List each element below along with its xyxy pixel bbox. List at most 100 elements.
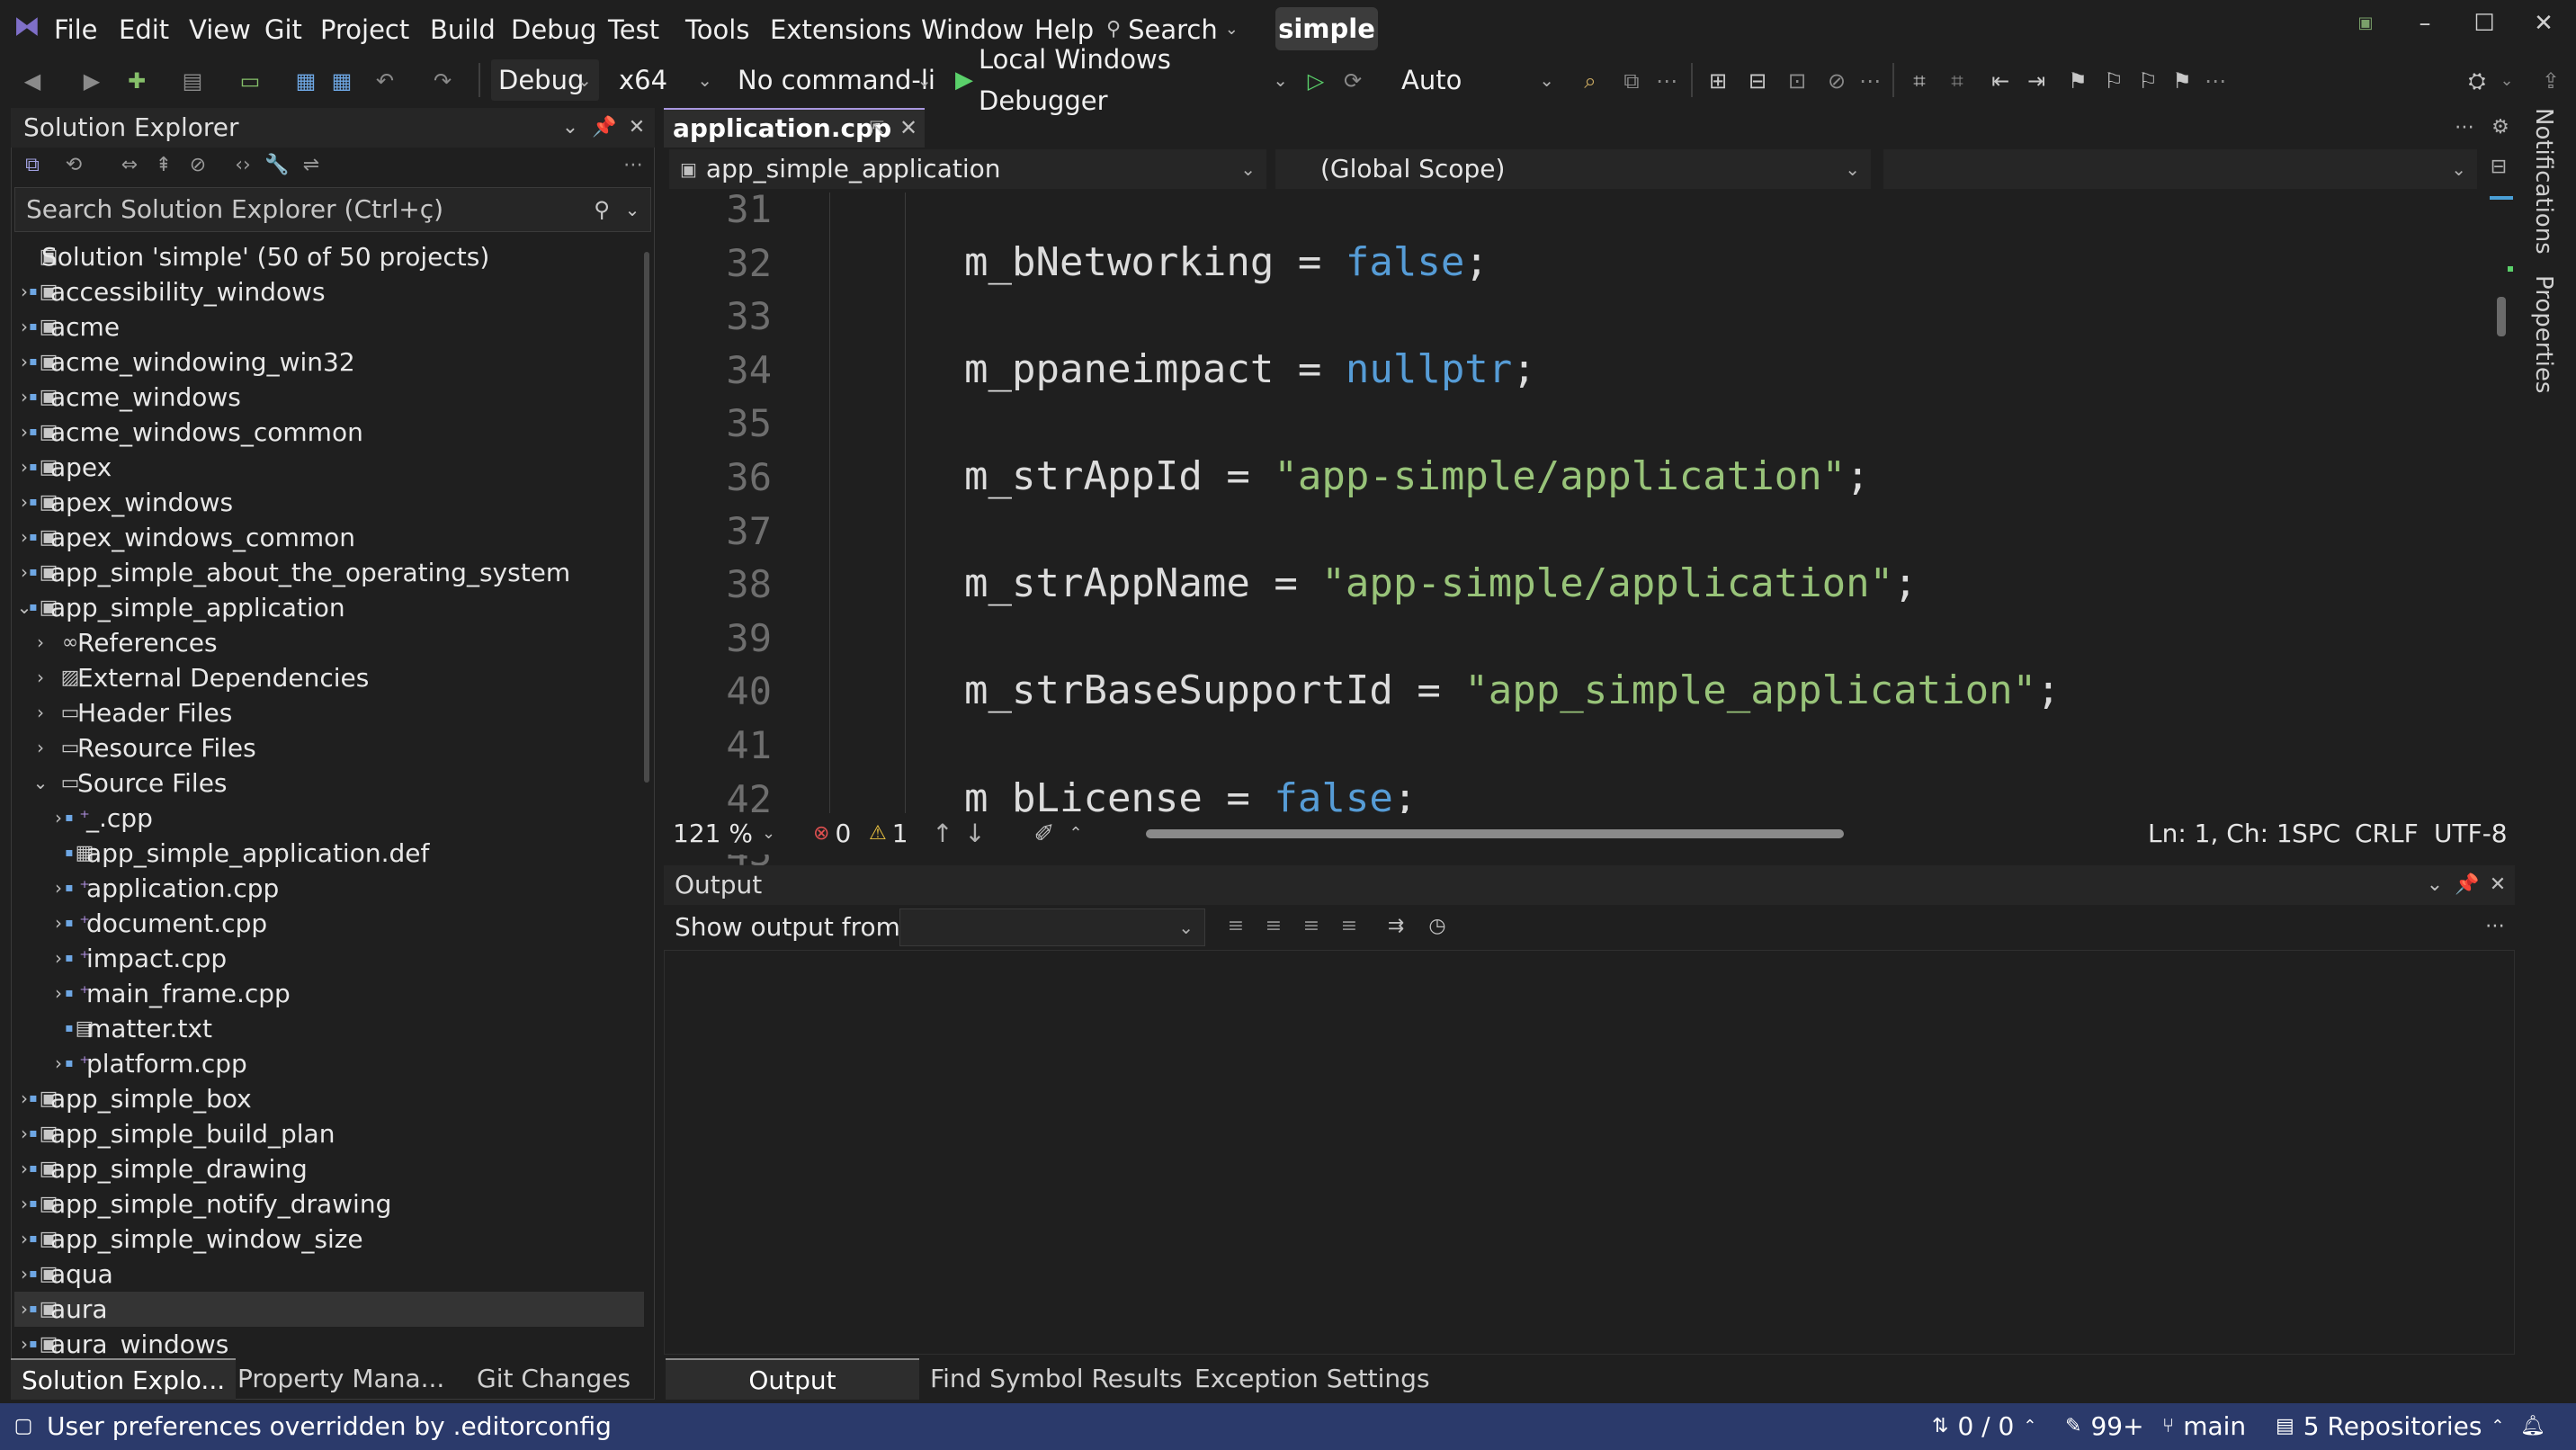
menu-file[interactable]: File xyxy=(54,12,98,48)
more-icon[interactable]: ⋯ xyxy=(2202,63,2229,99)
solution-explorer-search-input[interactable]: Search Solution Explorer (Ctrl+ç) xyxy=(14,187,651,232)
file-encoding[interactable]: UTF-8 xyxy=(2434,813,2508,855)
find-in-files-icon[interactable]: ⌕ xyxy=(1574,63,1606,99)
open-folder-icon[interactable]: ▭ xyxy=(234,63,266,99)
new-file-icon[interactable]: ▤ xyxy=(176,63,209,99)
chevron-down-icon[interactable]: ⌄ xyxy=(619,194,646,225)
forward-icon[interactable]: ▶ xyxy=(76,63,108,99)
more-icon[interactable]: ⋯ xyxy=(2479,908,2511,944)
project-scope-dropdown[interactable]: ▣ app_simple_application ⌄ xyxy=(669,149,1266,189)
back-icon[interactable]: ◀ xyxy=(16,63,49,99)
pending-changes-filter-icon[interactable]: ⟲ xyxy=(58,149,90,182)
switch-views-icon[interactable]: ⧉ xyxy=(16,149,49,182)
menu-tools[interactable]: Tools xyxy=(685,12,749,48)
find-message-icon[interactable]: ≡ xyxy=(1220,908,1252,944)
pin-icon[interactable]: 📌 xyxy=(588,110,621,146)
save-icon[interactable]: ▦ xyxy=(290,63,322,99)
code-line[interactable]: m_bNetworking = false; xyxy=(964,239,1489,285)
split-editor-icon[interactable]: ⊟ xyxy=(2484,151,2513,183)
errors-indicator[interactable]: ⊗ 0 xyxy=(813,813,851,855)
next-bookmark-icon[interactable]: ⚐ xyxy=(2132,63,2164,99)
indent-icon[interactable]: ⇥ xyxy=(2020,63,2053,99)
tree-item[interactable]: › ▨ External Dependencies xyxy=(14,660,644,695)
code-cleanup-icon[interactable]: ✐ xyxy=(1031,813,1058,855)
mode-dropdown[interactable]: Auto ⌄ xyxy=(1394,59,1561,101)
tree-item[interactable]: › ▪ ▣ app_simple_about_the_operating_system xyxy=(14,555,644,590)
comment-icon[interactable]: ⌗ xyxy=(1903,63,1936,99)
preview-icon[interactable]: ⇌ xyxy=(295,149,327,182)
tree-item[interactable]: › ▪ ▣ app_simple_window_size xyxy=(14,1222,644,1257)
tree-item[interactable]: › ▪ ⁺ _.cpp xyxy=(14,801,644,836)
start-debugging-button[interactable]: ▶ Local Windows Debugger ⌄ xyxy=(948,44,1295,116)
more-icon[interactable]: ⋯ xyxy=(617,149,649,182)
tree-item[interactable]: › ▪ ▣ acme xyxy=(14,309,644,345)
output-text-area[interactable] xyxy=(664,950,2515,1355)
collapsed-arrow-icon[interactable]: › xyxy=(31,730,50,765)
tree-item[interactable]: ▪ ▤ matter.txt xyxy=(14,1011,644,1046)
tree-item[interactable]: › ▪ ▣ app_simple_drawing xyxy=(14,1151,644,1186)
branch-status[interactable]: ⑂ main xyxy=(2162,1403,2246,1450)
browse-icon[interactable]: ⧉ xyxy=(1615,63,1648,99)
tree-item[interactable]: › ▪ ▣ acme_windowing_win32 xyxy=(14,345,644,380)
tree-item[interactable]: › ▪ ▣ acme_windows xyxy=(14,380,644,415)
tab-solution-explorer[interactable]: Solution Explo... xyxy=(11,1358,237,1400)
tree-item[interactable]: › ▪ ▣ apex_windows_common xyxy=(14,520,644,555)
line-ending[interactable]: CRLF xyxy=(2355,813,2419,855)
redo-icon[interactable]: ↷ xyxy=(426,63,459,99)
tab-git-changes[interactable]: Git Changes xyxy=(466,1358,641,1400)
start-without-debugging-icon[interactable]: ▷ xyxy=(1302,63,1329,99)
tab-output[interactable]: Output xyxy=(666,1358,919,1400)
tree-item[interactable]: › ▪ ▣ acme_windows_common xyxy=(14,415,644,450)
clean-icon[interactable]: ⊡ xyxy=(1781,63,1813,99)
tree-item[interactable]: › ▪ ⁺ document.cpp xyxy=(14,906,644,941)
menu-extensions[interactable]: Extensions xyxy=(770,12,911,48)
collapse-all-icon[interactable]: ⇞ xyxy=(148,149,180,182)
menu-build[interactable]: Build xyxy=(430,12,496,48)
pin-icon[interactable]: 📌 xyxy=(2452,867,2482,903)
previous-issue-icon[interactable]: ↑ xyxy=(930,813,955,855)
configuration-dropdown[interactable]: Debug ⌄ xyxy=(491,59,599,101)
menu-test[interactable]: Test xyxy=(608,12,659,48)
tab-find-symbol-results[interactable]: Find Symbol Results xyxy=(917,1358,1195,1400)
warnings-indicator[interactable]: ⚠ 1 xyxy=(869,813,908,855)
undo-icon[interactable]: ↶ xyxy=(369,63,401,99)
collapsed-arrow-icon[interactable]: › xyxy=(31,625,50,660)
code-editor[interactable] xyxy=(664,192,2515,813)
tree-item[interactable]: › ▭ Header Files xyxy=(14,695,644,730)
chevron-down-icon[interactable]: ⌄ xyxy=(2419,867,2450,903)
tree-item[interactable]: ⌄ ▭ Source Files xyxy=(14,765,644,801)
tree-item[interactable]: › ▪ ▣ accessibility_windows xyxy=(14,274,644,309)
command-line-dropdown[interactable]: No command-li ⌄ xyxy=(730,59,939,101)
member-scope-dropdown[interactable]: ⌄ xyxy=(1883,149,2477,189)
pin-icon[interactable]: ⇱ xyxy=(865,112,889,144)
global-scope-dropdown[interactable]: (Global Scope) ⌄ xyxy=(1275,149,1871,189)
next-message-icon[interactable]: ≡ xyxy=(1295,908,1328,944)
menu-view[interactable]: View xyxy=(189,12,251,48)
chevron-down-icon[interactable]: ⌄ xyxy=(2497,63,2517,99)
maximize-button[interactable]: ☐ xyxy=(2455,5,2513,41)
code-view-icon[interactable]: ‹› xyxy=(227,149,259,182)
close-window-button[interactable]: ✕ xyxy=(2515,5,2572,41)
live-share-icon[interactable]: ▣ xyxy=(2337,5,2394,41)
tree-item[interactable]: › ▪ ⁺ application.cpp xyxy=(14,871,644,906)
editor-horizontal-scrollbar[interactable] xyxy=(1146,829,1844,838)
pending-changes-status[interactable]: ✎ 99+ xyxy=(2065,1403,2144,1450)
tree-item[interactable]: › ▭ Resource Files xyxy=(14,730,644,765)
more-icon[interactable]: ⋯ xyxy=(2450,112,2479,144)
menu-edit[interactable]: Edit xyxy=(119,12,169,48)
close-tab-icon[interactable]: ✕ xyxy=(896,112,921,144)
properties-icon[interactable]: 🔧 xyxy=(261,149,293,182)
word-wrap-icon[interactable]: ⇉ xyxy=(1380,908,1412,944)
properties-tab[interactable]: Properties xyxy=(2526,275,2562,393)
rebuild-icon[interactable]: ⊟ xyxy=(1741,63,1774,99)
tree-item[interactable]: ▣ Solution 'simple' (50 of 50 projects) xyxy=(14,239,644,274)
tree-item[interactable]: › ▪ ▣ app_simple_notify_drawing xyxy=(14,1186,644,1222)
tree-item[interactable]: ⌄ ▪ ▣ app_simple_application xyxy=(14,590,644,625)
zoom-dropdown[interactable]: 121 % ⌄ xyxy=(673,813,775,855)
chevron-up-icon[interactable]: ⌃ xyxy=(1065,813,1087,855)
tree-item[interactable]: › ▪ ▣ aura xyxy=(14,1292,644,1327)
tree-item[interactable]: › ▪ ▣ aura_windows xyxy=(14,1327,644,1356)
tree-item[interactable]: › ▪ ⁺ platform.cpp xyxy=(14,1046,644,1081)
tree-item[interactable]: › ▪ ▣ aqua xyxy=(14,1257,644,1292)
sync-active-document-icon[interactable]: ⇔ xyxy=(113,149,146,182)
